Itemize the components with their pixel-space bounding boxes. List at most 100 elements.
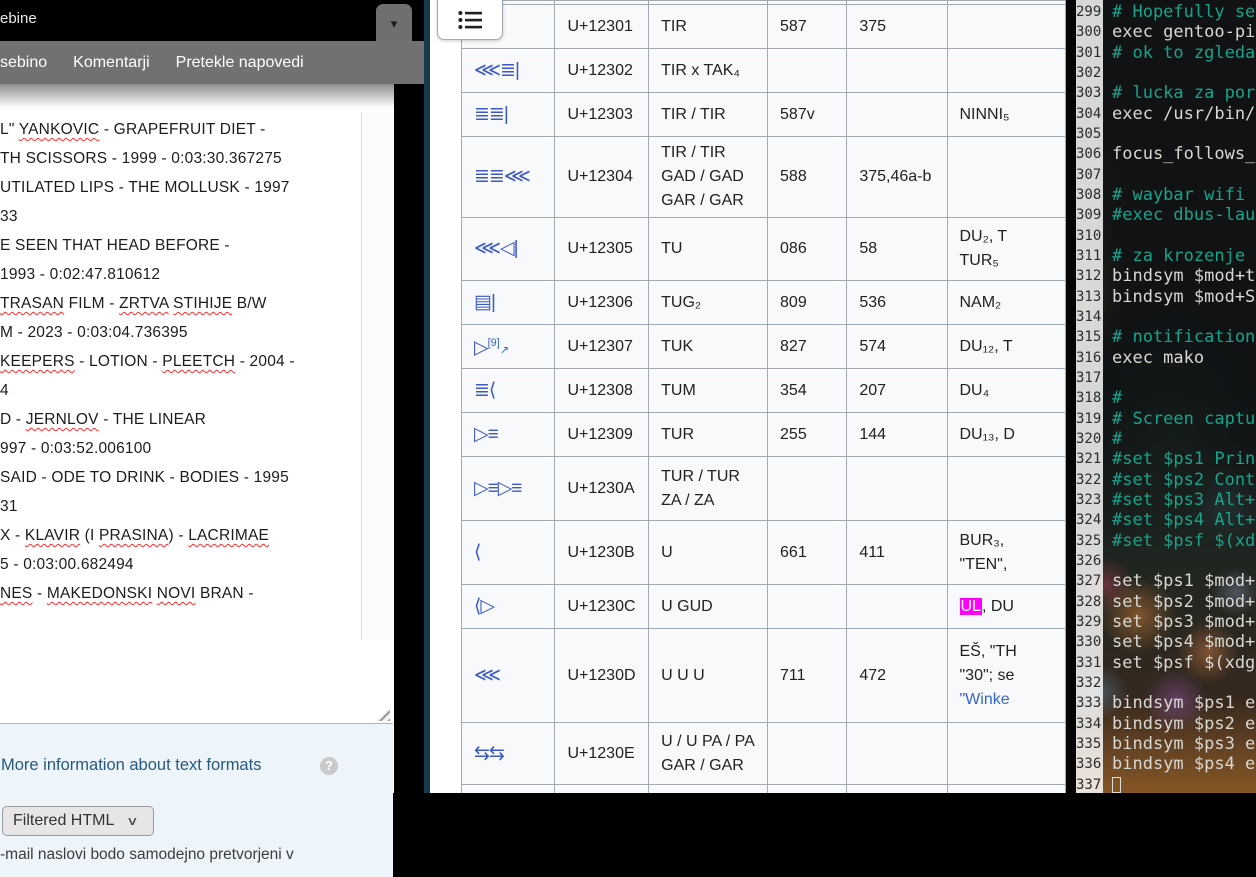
misspelled-word: TRASAN	[0, 295, 64, 312]
textarea-line: D - JERNLOV - THE LINEAR	[0, 405, 360, 434]
terminal-line: 325#set $psf $(xd	[1076, 531, 1256, 551]
terminal-window[interactable]: 299# Hopefully se300exec gentoo-pi301# o…	[1076, 0, 1256, 793]
config-code-text: exec gentoo-pi	[1112, 22, 1255, 42]
code-point-cell: U+12305	[555, 218, 649, 281]
chevron-down-icon: ▾	[391, 17, 398, 30]
cuneiform-glyph-link[interactable]: ⟨	[474, 542, 480, 563]
num2-cell: 411	[847, 521, 947, 585]
line-number: 325	[1076, 533, 1101, 549]
code-point-cell: U+12301	[555, 5, 649, 49]
line-number: 305	[1076, 126, 1101, 142]
table-row: ⟨U+1230BU661411BUR₃,"TEN",	[462, 521, 1066, 585]
footnote-link[interactable]: [9]	[488, 337, 500, 349]
glyph-cell: ≣≣⋘	[462, 137, 555, 218]
terminal-line: 313bindsym $mod+S	[1076, 287, 1256, 307]
text-format-select[interactable]: Filtered HTML ∨	[2, 806, 154, 836]
values-cell	[947, 5, 1066, 49]
cuneiform-glyph-link[interactable]: ▤|	[474, 292, 495, 313]
num2-cell: 58	[847, 218, 947, 281]
code-point-cell: U+12304	[555, 137, 649, 218]
misspelled-word: NOVI	[157, 585, 196, 602]
sign-name-cell: TIR / TIR	[649, 93, 768, 137]
num1-cell: 255	[768, 413, 847, 457]
line-number: 303	[1076, 85, 1101, 101]
sign-name-cell: TUK	[649, 325, 768, 369]
line-number: 307	[1076, 167, 1101, 183]
title-dropdown-button[interactable]: ▾	[376, 4, 412, 42]
textarea-line: X - KLAVIR (I PRASINA) - LACRIMAE	[0, 521, 360, 550]
line-number: 302	[1076, 65, 1101, 81]
misspelled-word: KLAVIR	[25, 527, 80, 544]
tab-sebino[interactable]: sebino	[0, 54, 47, 72]
terminal-line: 319# Screen captu	[1076, 409, 1256, 429]
cuneiform-glyph-link[interactable]: ⟨▷	[474, 596, 494, 617]
num2-cell	[847, 785, 947, 794]
terminal-line: 307	[1076, 165, 1256, 185]
cuneiform-glyph-link[interactable]: ⋘◁|	[474, 238, 518, 259]
line-number: 322	[1076, 472, 1101, 488]
line-number: 308	[1076, 187, 1101, 203]
config-comment-text: #set $ps4 Alt+	[1112, 510, 1255, 530]
line-number: 306	[1076, 146, 1101, 162]
misspelled-word: LACRIMAE	[188, 527, 269, 544]
config-comment-text: #	[1112, 388, 1122, 408]
browser-window-left: ebine ▾ sebino Komentarji Pretekle napoved…	[0, 0, 424, 793]
terminal-line: 301# ok to zgleda	[1076, 43, 1256, 63]
textarea-line: 997 - 0:03:52.006100	[0, 434, 360, 463]
terminal-line: 328set $ps2 $mod+	[1076, 592, 1256, 612]
code-point-cell: U+12309	[555, 413, 649, 457]
chevron-down-icon: ∨	[127, 814, 139, 828]
cuneiform-glyph-link[interactable]: ≣≣|	[474, 104, 508, 125]
config-code-text: set $ps2 $mod+	[1112, 592, 1255, 612]
table-row: ≣≣|U+12303TIR / TIR587vNINNI₅	[462, 93, 1066, 137]
line-number: 315	[1076, 329, 1101, 345]
sign-name-cell: TUM	[649, 369, 768, 413]
num2-cell	[847, 49, 947, 93]
toc-list-button[interactable]	[437, 0, 503, 40]
cuneiform-glyph-link[interactable]: ▷≡▷≡	[474, 478, 521, 499]
values-cell: DU₁₂, T	[947, 325, 1066, 369]
values-cell: NAM₂	[947, 281, 1066, 325]
cuneiform-glyph-link[interactable]: ⋘≣|	[474, 60, 519, 81]
help-icon[interactable]: ?	[320, 757, 338, 775]
external-link-icon[interactable]: ↗	[500, 344, 509, 356]
tab-komentarji[interactable]: Komentarji	[73, 54, 149, 72]
values-cell	[947, 457, 1066, 521]
cuneiform-glyph-link[interactable]: ≣≣⋘	[474, 166, 530, 187]
config-comment-text: # ok to zgleda	[1112, 43, 1255, 63]
textarea-line: UTILATED LIPS - THE MOLLUSK - 1997	[0, 173, 360, 202]
glyph-cell: ⋘	[462, 629, 555, 723]
text-format-panel: More information about text formats ? Fi…	[0, 724, 393, 877]
sign-name-cell: TIR / TIR GAD / GAD GAR / GAR	[649, 137, 768, 218]
textarea-scrollbar[interactable]	[361, 112, 393, 640]
cuneiform-glyph-link[interactable]: ▷	[474, 337, 488, 358]
body-textarea[interactable]: L" YANKOVIC - GRAPEFRUIT DIET -TH SCISSO…	[0, 84, 393, 640]
cuneiform-glyph-link[interactable]: ≣⟨	[474, 380, 495, 401]
cuneiform-unicode-table: ≣|U+12301TIR587375⋘≣|U+12302TIR x TAK₄≣≣…	[461, 0, 1066, 793]
code-point-cell: U+1230C	[555, 585, 649, 629]
code-point-cell: U+1230F	[555, 785, 649, 794]
num1-cell: 809	[768, 281, 847, 325]
more-info-link[interactable]: More information about text formats	[1, 756, 261, 775]
config-code-text: bindsym $mod+t	[1112, 266, 1255, 286]
config-code-text: focus_follows_	[1112, 144, 1255, 164]
terminal-line: 330set $ps4 $mod+	[1076, 632, 1256, 652]
config-comment-text: #set $ps3 Alt+	[1112, 490, 1255, 510]
window-title: ebine	[0, 10, 37, 27]
num1-cell: 661	[768, 521, 847, 585]
textarea-line: 5 - 0:03:00.682494	[0, 550, 360, 579]
terminal-line: 323#set $ps3 Alt+	[1076, 490, 1256, 510]
cuneiform-glyph-link[interactable]: ▷≡	[474, 424, 498, 445]
cuneiform-glyph-link[interactable]: ⋘	[474, 665, 500, 686]
cuneiform-glyph-link[interactable]: ⇆⇆	[474, 743, 504, 764]
config-comment-text: #set $ps2 Cont	[1112, 470, 1255, 490]
textarea-resize-grip[interactable]	[375, 708, 390, 721]
line-number: 326	[1076, 553, 1101, 569]
tab-pretekle-napovedi[interactable]: Pretekle napovedi	[176, 54, 304, 72]
terminal-line: 299# Hopefully se	[1076, 2, 1256, 22]
terminal-line: 309#exec dbus-lau	[1076, 205, 1256, 225]
num1-cell	[768, 585, 847, 629]
line-number: 332	[1076, 675, 1101, 691]
value-link[interactable]: "Winke	[960, 691, 1010, 708]
terminal-line: 317	[1076, 368, 1256, 388]
